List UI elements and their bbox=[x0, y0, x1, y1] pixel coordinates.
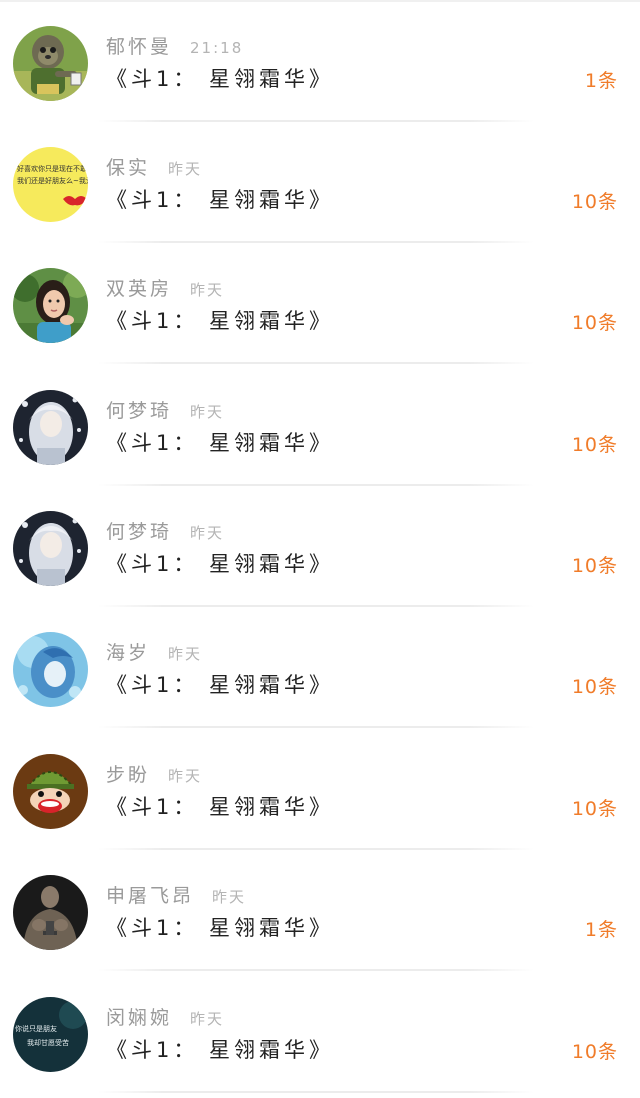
message-count: 10条 bbox=[571, 191, 618, 213]
message-title: 《斗1： 星翎霜华》 bbox=[106, 431, 335, 455]
message-title: 《斗1： 星翎霜华》 bbox=[106, 552, 335, 576]
message-title: 《斗1： 星翎霜华》 bbox=[106, 188, 335, 212]
contact-name: 双英房 bbox=[106, 278, 173, 300]
list-item[interactable]: 何梦琦 昨天 《斗1： 星翎霜华》 10条 bbox=[0, 364, 640, 486]
yellow-handwriting-avatar[interactable]: 好喜欢你只是现在不敢 我们还是好朋友么~我爱你 bbox=[13, 147, 88, 222]
name-line: 海岁 昨天 bbox=[106, 638, 202, 664]
contact-name: 保实 bbox=[106, 157, 151, 179]
zootopia-sloth-avatar[interactable] bbox=[13, 26, 88, 101]
list-item[interactable]: 郁怀曼 21:18 《斗1： 星翎霜华》 1条 bbox=[0, 0, 640, 122]
message-count: 1条 bbox=[584, 70, 618, 92]
list-item[interactable]: 申屠飞昂 昨天 《斗1： 星翎霜华》 1条 bbox=[0, 849, 640, 971]
timestamp: 昨天 bbox=[212, 888, 247, 906]
list-item[interactable]: 何梦琦 昨天 《斗1： 星翎霜华》 10条 bbox=[0, 485, 640, 607]
message-title: 《斗1： 星翎霜华》 bbox=[106, 673, 335, 697]
name-line: 何梦琦 昨天 bbox=[106, 517, 224, 543]
contact-name: 申屠飞昂 bbox=[106, 885, 195, 907]
name-line: 闵娴婉 昨天 bbox=[106, 1003, 224, 1029]
row-divider bbox=[98, 1091, 534, 1093]
contact-name: 何梦琦 bbox=[106, 521, 173, 543]
name-line: 保实 昨天 bbox=[106, 153, 202, 179]
avatar-note-line2: 我们还是好朋友么~我爱你 bbox=[17, 176, 88, 185]
message-title: 《斗1： 星翎霜华》 bbox=[106, 795, 335, 819]
name-line: 郁怀曼 21:18 bbox=[106, 32, 243, 58]
message-count: 10条 bbox=[571, 555, 618, 577]
message-title: 《斗1： 星翎霜华》 bbox=[106, 67, 335, 91]
list-item[interactable]: 海岁 昨天 《斗1： 星翎霜华》 10条 bbox=[0, 606, 640, 728]
muscle-man-avatar[interactable] bbox=[13, 875, 88, 950]
name-line: 双英房 昨天 bbox=[106, 274, 224, 300]
avatar-note-line1: 好喜欢你只是现在不敢 bbox=[17, 164, 87, 173]
name-line: 何梦琦 昨天 bbox=[106, 396, 224, 422]
contact-name: 海岁 bbox=[106, 642, 151, 664]
timestamp: 昨天 bbox=[190, 281, 225, 299]
timestamp: 昨天 bbox=[168, 160, 203, 178]
timestamp: 昨天 bbox=[190, 524, 225, 542]
message-count: 10条 bbox=[571, 434, 618, 456]
list-item[interactable]: 好喜欢你只是现在不敢 我们还是好朋友么~我爱你 保实 昨天 《斗1： 星翎霜华》… bbox=[0, 121, 640, 243]
list-item[interactable]: 你说只是朋友 我却甘愿受苦 闵娴婉 昨天 《斗1： 星翎霜华》 10条 bbox=[0, 971, 640, 1093]
contact-name: 闵娴婉 bbox=[106, 1007, 173, 1029]
message-title: 《斗1： 星翎霜华》 bbox=[106, 309, 335, 333]
contact-name: 何梦琦 bbox=[106, 400, 173, 422]
contact-name: 郁怀曼 bbox=[106, 36, 173, 58]
message-title: 《斗1： 星翎霜华》 bbox=[106, 1038, 335, 1062]
message-count: 10条 bbox=[571, 1041, 618, 1063]
name-line: 申屠飞昂 昨天 bbox=[106, 881, 246, 907]
anime-white-hair-avatar[interactable] bbox=[13, 511, 88, 586]
timestamp: 昨天 bbox=[190, 403, 225, 421]
timestamp: 昨天 bbox=[190, 1010, 225, 1028]
girl-photo-avatar[interactable] bbox=[13, 268, 88, 343]
list-item[interactable]: 步盼 昨天 《斗1： 星翎霜华》 10条 bbox=[0, 728, 640, 850]
dark-text-avatar[interactable]: 你说只是朋友 我却甘愿受苦 bbox=[13, 997, 88, 1072]
name-line: 步盼 昨天 bbox=[106, 760, 202, 786]
timestamp: 昨天 bbox=[168, 645, 203, 663]
timestamp: 21:18 bbox=[190, 39, 244, 57]
contact-name: 步盼 bbox=[106, 764, 151, 786]
timestamp: 昨天 bbox=[168, 767, 203, 785]
message-count: 10条 bbox=[571, 676, 618, 698]
list-item[interactable]: 双英房 昨天 《斗1： 星翎霜华》 10条 bbox=[0, 242, 640, 364]
message-count: 10条 bbox=[571, 798, 618, 820]
avatar-text-line1: 你说只是朋友 bbox=[15, 1024, 57, 1033]
message-count: 1条 bbox=[584, 919, 618, 941]
anime-blue-hair-avatar[interactable] bbox=[13, 632, 88, 707]
message-count: 10条 bbox=[571, 312, 618, 334]
anime-white-hair-avatar[interactable] bbox=[13, 390, 88, 465]
message-title: 《斗1： 星翎霜华》 bbox=[106, 916, 335, 940]
avatar-text-line2: 我却甘愿受苦 bbox=[27, 1038, 69, 1047]
cartoon-monkey-avatar[interactable] bbox=[13, 754, 88, 829]
